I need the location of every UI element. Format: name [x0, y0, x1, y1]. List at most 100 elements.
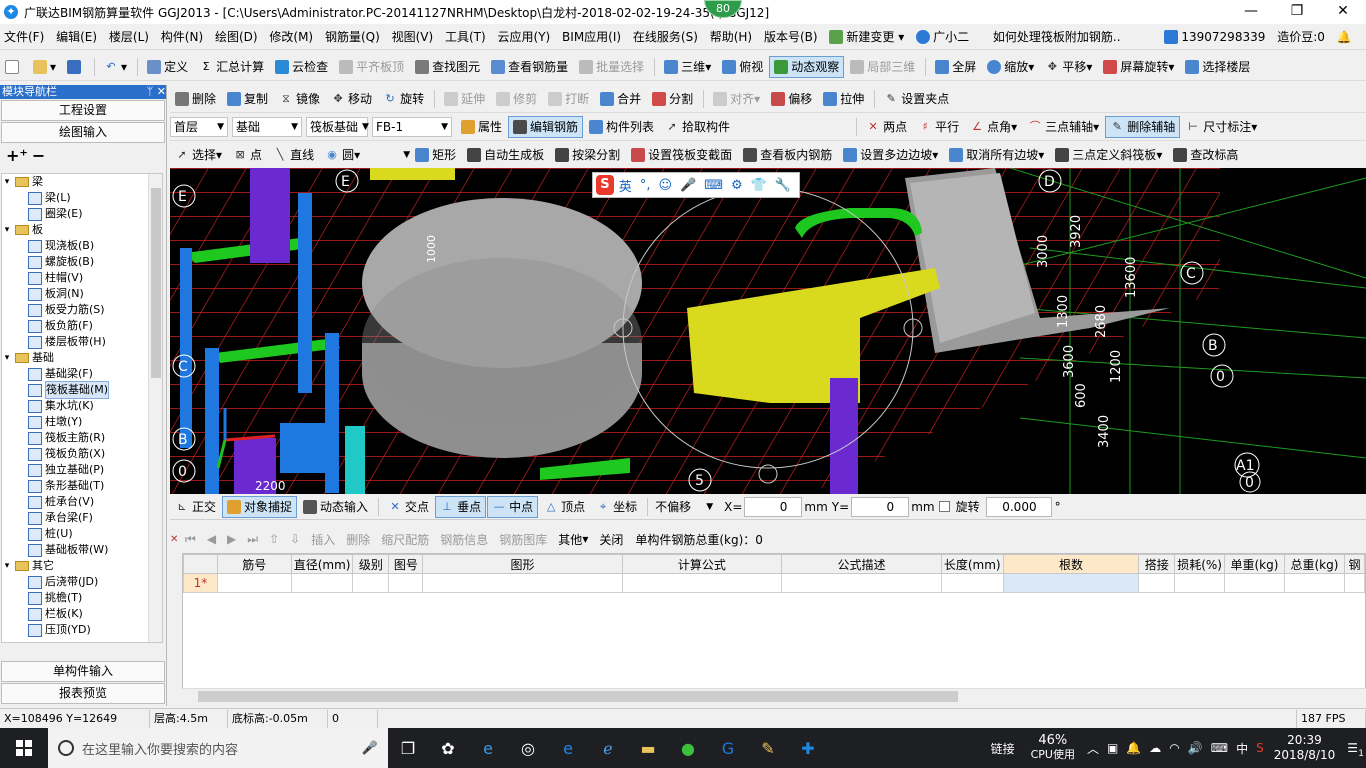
tree-item[interactable]: 桩承台(V)	[2, 494, 162, 510]
tree-expand-icon[interactable]: ▾	[2, 222, 12, 238]
menu-online[interactable]: 在线服务(S)	[629, 24, 702, 50]
tree-item[interactable]: 柱帽(V)	[2, 270, 162, 286]
find-element-button[interactable]: 查找图元	[410, 56, 485, 78]
local-3d-button[interactable]: 局部三维	[845, 56, 920, 78]
split-by-beam-button[interactable]: 按梁分割	[550, 144, 625, 166]
notes-icon[interactable]: ✎	[748, 728, 788, 768]
summary-calc-button[interactable]: Σ 汇总计算	[194, 56, 269, 78]
menu-view[interactable]: 视图(V)	[388, 24, 438, 50]
g-app-icon[interactable]: G	[708, 728, 748, 768]
close-pane-icon[interactable]: ✕	[170, 534, 180, 545]
set-slope-button[interactable]: 设置多边边坡 ▾	[838, 144, 943, 166]
move-button[interactable]: ✥ 移动	[326, 88, 377, 110]
keyboard-icon[interactable]: ⌨	[704, 178, 723, 193]
table-row[interactable]: 1*	[183, 573, 1365, 593]
coordinate-snap[interactable]: ⌖ 坐标	[591, 496, 642, 518]
three-point-slope-button[interactable]: 三点定义斜筏板 ▾	[1050, 144, 1167, 166]
wifi-icon[interactable]: ◠	[1169, 741, 1179, 755]
cell-shape[interactable]	[422, 573, 623, 593]
intersection-snap[interactable]: ✕ 交点	[383, 496, 434, 518]
break-button[interactable]: 打断	[543, 88, 594, 110]
tree-item[interactable]: 栏板(K)	[2, 606, 162, 622]
next-record-button[interactable]: ▶	[222, 528, 241, 550]
menu-component[interactable]: 构件(N)	[157, 24, 207, 50]
cell-figure-no[interactable]	[388, 573, 424, 593]
edge-icon[interactable]: e	[468, 728, 508, 768]
two-point-axis-button[interactable]: ✕ 两点	[861, 116, 912, 138]
orbit-button[interactable]: 动态观察	[769, 55, 845, 78]
screen-rotate-button[interactable]: 屏幕旋转 ▾	[1098, 56, 1179, 78]
action-center-icon[interactable]: ☰ 1	[1347, 741, 1364, 759]
tree-item[interactable]: 现浇板(B)	[2, 238, 162, 254]
delete-axis-button[interactable]: ✎ 删除辅轴	[1105, 115, 1181, 138]
minimize-button[interactable]: —	[1228, 0, 1274, 24]
task-view-icon[interactable]: ❐	[388, 728, 428, 768]
merge-button[interactable]: 合并	[595, 88, 646, 110]
green-app-icon[interactable]: ●	[668, 728, 708, 768]
3d-button[interactable]: 三维 ▾	[659, 56, 716, 78]
menu-version[interactable]: 版本号(B)	[760, 24, 822, 50]
other-button[interactable]: 其他 ▾	[553, 528, 593, 550]
object-snap-toggle[interactable]: 对象捕捉	[222, 495, 298, 518]
cell-total-weight[interactable]	[1283, 573, 1345, 593]
fullscreen-button[interactable]: 全屏	[930, 56, 981, 78]
toolbox-icon[interactable]: ⚙	[731, 178, 743, 193]
y-input[interactable]: 0	[851, 496, 910, 517]
set-grip-button[interactable]: ✎ 设置夹点	[879, 88, 954, 110]
menu-draw[interactable]: 绘图(D)	[211, 24, 262, 50]
header-lap[interactable]: 搭接	[1138, 554, 1176, 574]
scale-rebar-button[interactable]: 缩尺配筋	[376, 528, 434, 550]
split-button[interactable]: 分割	[647, 88, 698, 110]
cell-more[interactable]	[1343, 573, 1365, 593]
tree-item[interactable]: 筏板基础(M)	[2, 381, 162, 399]
open-file-button[interactable]: ▾	[28, 56, 61, 78]
tree-item[interactable]: 筏板负筋(X)	[2, 446, 162, 462]
select-floor-button[interactable]: 选择楼层	[1180, 56, 1255, 78]
tree-item[interactable]: 板负筋(F)	[2, 318, 162, 334]
offset-button[interactable]: 偏移	[766, 88, 817, 110]
tray-chevron-icon[interactable]: ︿	[1087, 740, 1099, 757]
pick-component-button[interactable]: ➚ 拾取构件	[660, 116, 735, 138]
ortho-toggle[interactable]: ⊾ 正交	[170, 496, 221, 518]
rebar-grid[interactable]: 筋号 直径(mm) 级别 图号 图形 计算公式 公式描述 长度(mm) 根数 搭…	[182, 553, 1366, 703]
header-shape[interactable]: 图形	[422, 554, 623, 574]
tree-item[interactable]: 板洞(N)	[2, 286, 162, 302]
close-button[interactable]: ✕	[1320, 0, 1366, 24]
punctuation-icon[interactable]: °,	[640, 178, 651, 193]
rotate-input[interactable]: 0.000	[985, 496, 1052, 517]
tree-item[interactable]: 独立基础(P)	[2, 462, 162, 478]
tree-expand-icon[interactable]: ▾	[2, 558, 12, 574]
extend-button[interactable]: 延伸	[439, 88, 490, 110]
three-point-axis-button[interactable]: ⌒ 三点辅轴 ▾	[1023, 116, 1104, 138]
auto-generate-slab-button[interactable]: 自动生成板	[462, 144, 549, 166]
menu-floor[interactable]: 楼层(L)	[105, 24, 153, 50]
wrench-icon[interactable]: 🔧	[775, 178, 791, 193]
sogou-tray-icon[interactable]: S	[1256, 741, 1264, 755]
close-grid-button[interactable]: 关闭	[594, 528, 628, 550]
cell-unit-weight[interactable]	[1223, 573, 1285, 593]
view-rebar-button[interactable]: 查看钢筋量	[486, 56, 573, 78]
move-up-button[interactable]: ⇧	[264, 528, 284, 550]
header-diameter[interactable]: 直径(mm)	[290, 554, 354, 574]
header-figure-no[interactable]: 图号	[388, 554, 424, 574]
cloud-check-button[interactable]: 云检查	[270, 56, 333, 78]
new-change-button[interactable]: 新建变更 ▾	[825, 24, 908, 50]
tree-item[interactable]: 承台梁(F)	[2, 510, 162, 526]
point-button[interactable]: ⊠ 点	[228, 144, 267, 166]
line-button[interactable]: ╲ 直线	[268, 144, 319, 166]
move-down-button[interactable]: ⇩	[285, 528, 305, 550]
vertex-snap[interactable]: △ 顶点	[539, 496, 590, 518]
copy-button[interactable]: 复制	[222, 88, 273, 110]
tree-item[interactable]: 楼层板带(H)	[2, 334, 162, 350]
zoom-button[interactable]: 缩放 ▾	[982, 56, 1039, 78]
emoji-icon[interactable]: ☺	[658, 178, 672, 193]
component-list-button[interactable]: 构件列表	[584, 116, 659, 138]
cell-count[interactable]	[1002, 573, 1140, 593]
define-button[interactable]: 定义	[142, 56, 193, 78]
ime-indicator[interactable]: 中	[1236, 740, 1248, 757]
header-loss[interactable]: 损耗(%)	[1174, 554, 1225, 574]
collapse-all-icon[interactable]: −	[32, 146, 45, 165]
tree-expand-icon[interactable]: ▾	[2, 350, 12, 366]
last-record-button[interactable]: ⏭	[242, 528, 263, 550]
grid-horizontal-scrollbar[interactable]	[182, 688, 1366, 704]
